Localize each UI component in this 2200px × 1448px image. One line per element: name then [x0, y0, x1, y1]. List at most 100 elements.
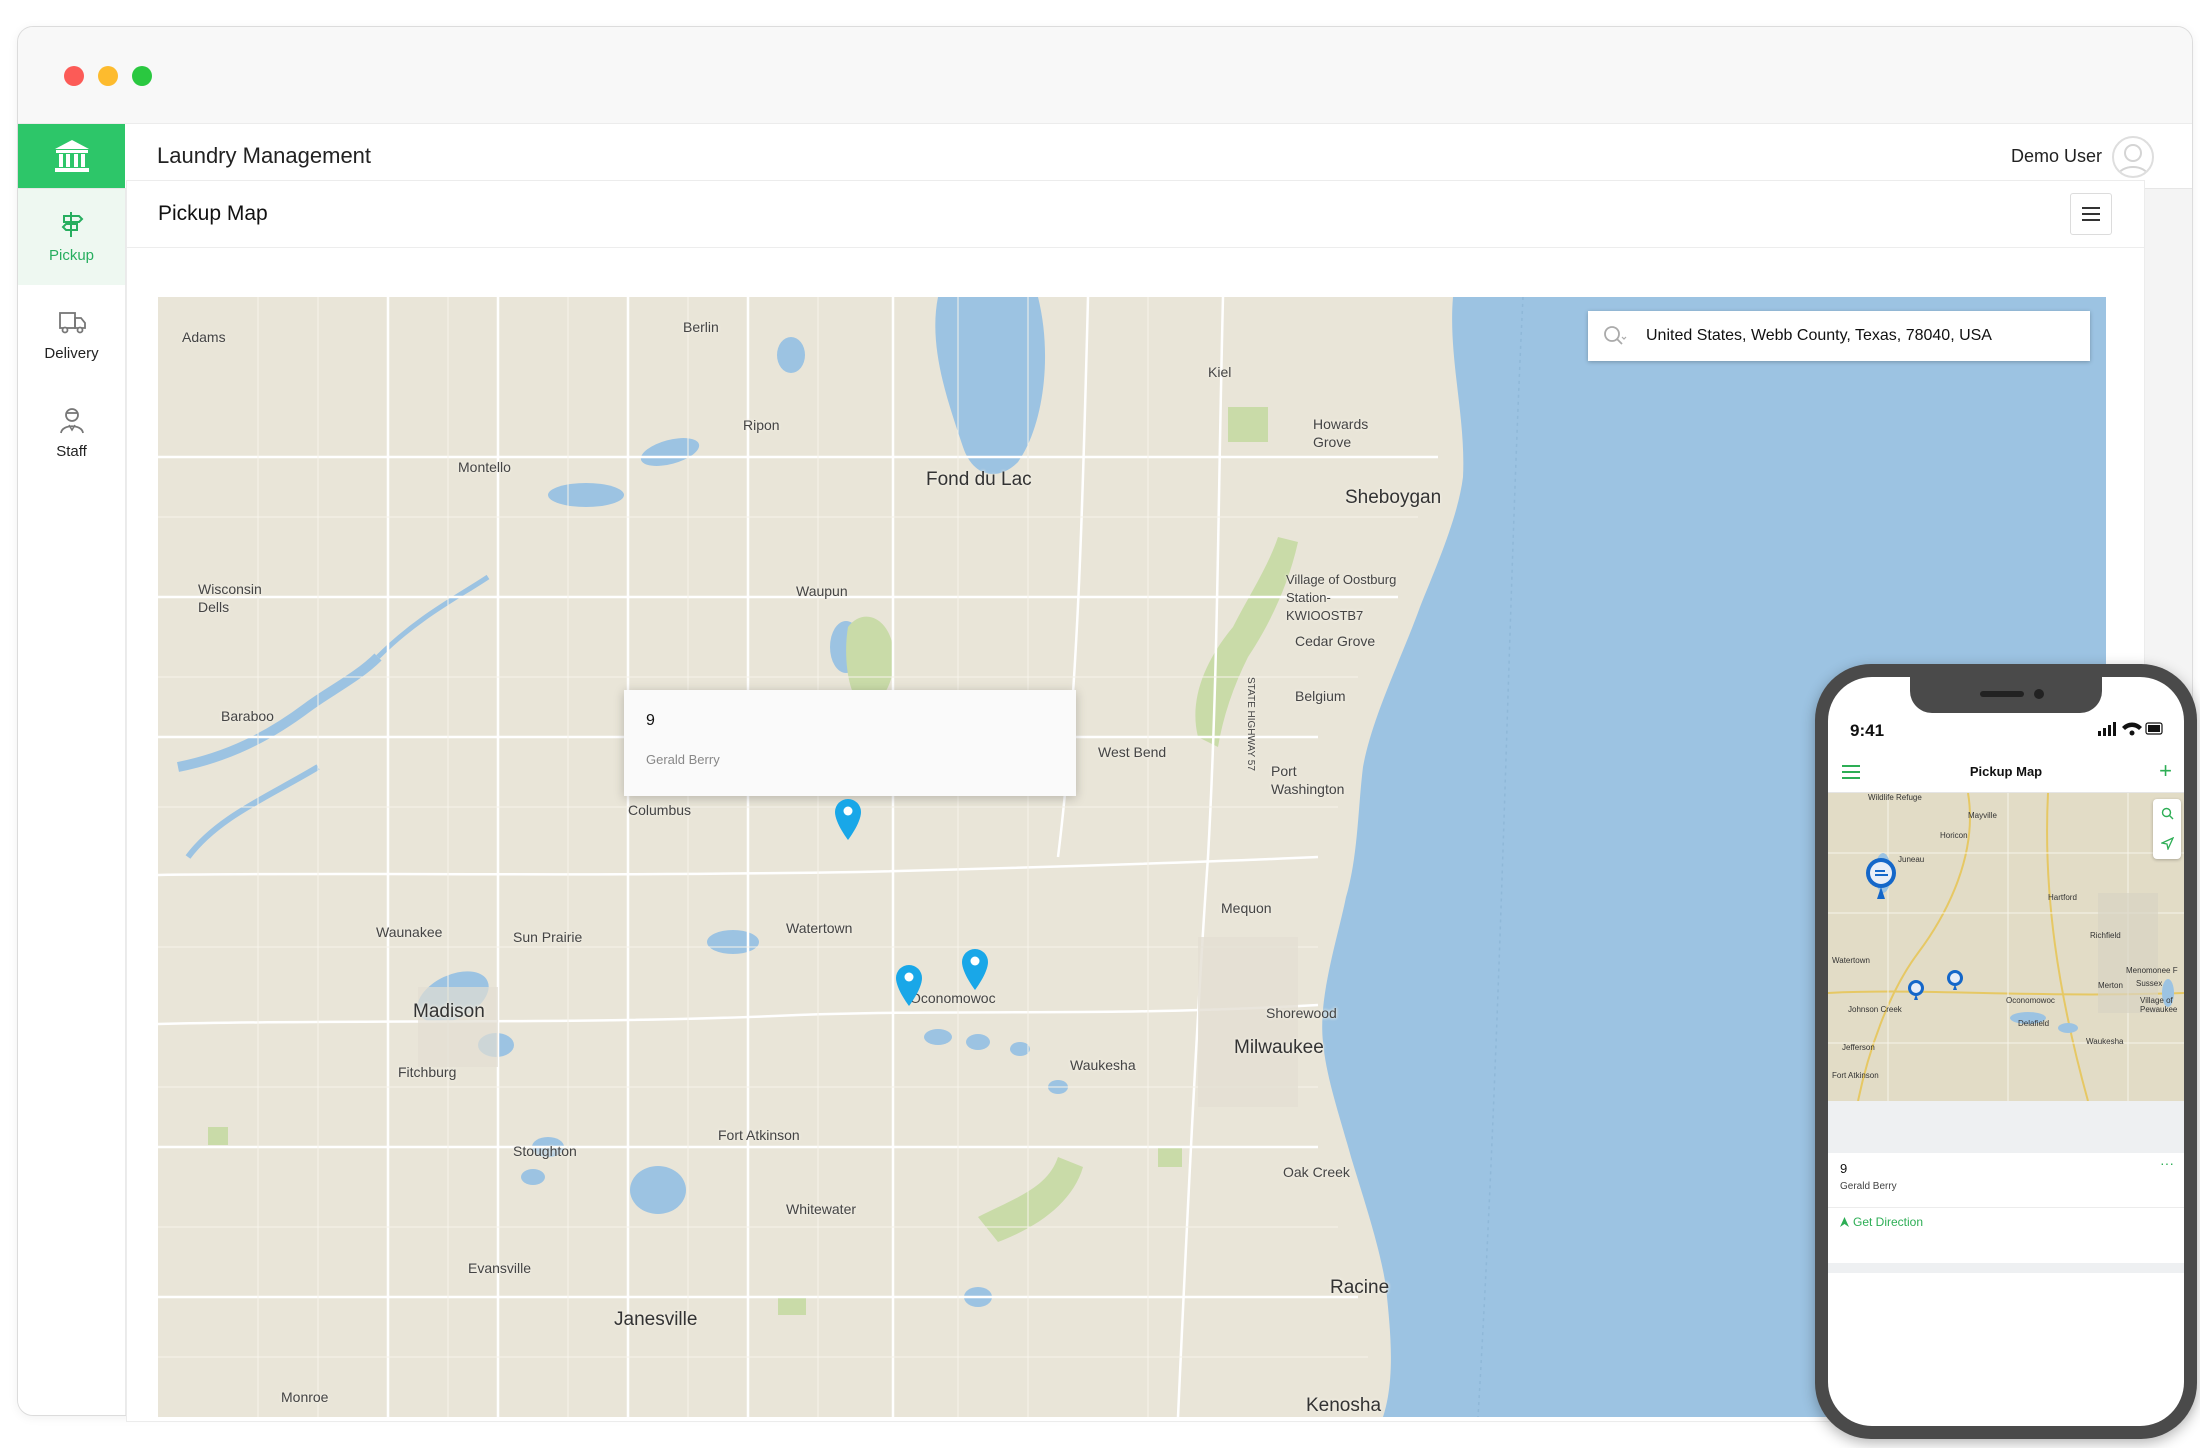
search-icon: [1604, 326, 1627, 345]
map-pin-icon[interactable]: [833, 797, 863, 841]
map-label: Janesville: [614, 1309, 698, 1330]
map-label: Waunakee: [376, 924, 443, 940]
card-number: 9: [1840, 1161, 1848, 1176]
sidebar-item-label: Delivery: [44, 345, 99, 362]
phone-screen: 9:41 Pickup Map + Wildlife Refuge Mayvil…: [1828, 677, 2184, 1426]
phone-map-label: Menomonee F: [2126, 966, 2178, 975]
phone-header: Pickup Map +: [1828, 752, 2184, 793]
search-icon[interactable]: [2161, 807, 2174, 820]
map-info-popup[interactable]: 9 Gerald Berry: [624, 690, 1076, 796]
map-label: Waupun: [796, 583, 848, 599]
phone-map-label: Wildlife Refuge: [1868, 793, 1922, 802]
sidebar-item-delivery[interactable]: Delivery: [18, 287, 125, 383]
map-label: Waukesha: [1070, 1057, 1136, 1073]
selected-pin-icon[interactable]: [1863, 857, 1899, 901]
map-label: Fitchburg: [398, 1064, 457, 1080]
map-label: Whitewater: [786, 1201, 857, 1217]
map-label: Columbus: [628, 802, 692, 818]
map-label: Milwaukee: [1234, 1037, 1324, 1058]
map-label: STATE HIGHWAY 57: [1245, 677, 1256, 771]
sidebar-item-label: Pickup: [48, 247, 95, 264]
panel-header: Pickup Map: [127, 181, 2144, 248]
map-label: West Bend: [1098, 744, 1167, 760]
map-label: Evansville: [468, 1260, 532, 1276]
map-pin-icon[interactable]: [894, 963, 924, 1007]
map-pin-icon[interactable]: [960, 947, 990, 991]
phone-map-label: Fort Atkinson: [1832, 1071, 1879, 1080]
map-pin-icon[interactable]: [1946, 970, 1964, 992]
phone-map-label: Pewaukee: [2140, 1005, 2178, 1014]
phone-map-label: Horicon: [1940, 831, 1968, 840]
map-label: Village of Oostburg Station-KWIOOSTB7: [1286, 572, 1397, 623]
card-name: Gerald Berry: [1840, 1181, 1897, 1192]
map-label: Racine: [1330, 1277, 1390, 1298]
more-options-button[interactable]: ···: [2160, 1155, 2174, 1171]
map-label: Fond du Lac: [926, 469, 1032, 490]
panel-menu-button[interactable]: [2070, 193, 2112, 235]
map-label: Adams: [182, 329, 226, 345]
map-label: Sun Prairie: [513, 929, 583, 945]
phone-map-label: Waukesha: [2086, 1037, 2124, 1046]
user-name[interactable]: Demo User: [2011, 124, 2102, 188]
phone-map-label: Oconomowoc: [2006, 996, 2055, 1005]
map-label: Fort Atkinson: [718, 1127, 800, 1143]
phone-gap: [1828, 1101, 2184, 1153]
sidebar: Pickup Delivery Staff: [18, 189, 126, 1415]
map-label: Oak Creek: [1283, 1164, 1350, 1180]
search-value: United States, Webb County, Texas, 78040…: [1646, 327, 1992, 344]
map-label: Kenosha: [1306, 1395, 1382, 1416]
phone-notch: [1910, 677, 2102, 713]
phone-pickup-card[interactable]: 9 Gerald Berry ··· Get Direction: [1828, 1153, 2184, 1263]
map-label: Montello: [458, 459, 511, 475]
map-label: Monroe: [281, 1389, 329, 1405]
map-label: Sheboygan: [1345, 487, 1442, 508]
phone-map-label: Delafield: [2018, 1019, 2050, 1028]
phone-map-label: Merton: [2098, 981, 2123, 990]
page-title: Pickup Map: [158, 202, 268, 225]
phone-title: Pickup Map: [1969, 764, 2043, 779]
get-direction-label: Get Direction: [1853, 1215, 1924, 1229]
bank-icon: [54, 140, 89, 172]
app-title: Laundry Management: [157, 143, 372, 168]
pickup-map[interactable]: Adams Berlin Kiel Ripon Howards Grove Mo…: [158, 297, 2106, 1417]
map-search-input[interactable]: United States, Webb County, Texas, 78040…: [1588, 311, 2090, 361]
card-divider: [1828, 1207, 2184, 1208]
close-window-button[interactable]: [64, 66, 84, 86]
map-label: Mequon: [1221, 900, 1272, 916]
phone-map-label: Hartford: [2048, 893, 2077, 902]
sidebar-item-staff[interactable]: Staff: [18, 385, 125, 481]
add-icon[interactable]: +: [2159, 760, 2172, 782]
phone-map-label: Sussex: [2136, 979, 2163, 988]
phone-mockup: 9:41 Pickup Map + Wildlife Refuge Mayvil…: [1815, 664, 2197, 1439]
map-label: Belgium: [1295, 688, 1346, 704]
map-label: Howards Grove: [1313, 416, 1369, 450]
user-icon: [2117, 144, 2149, 176]
minimize-window-button[interactable]: [98, 66, 118, 86]
map-pin-icon[interactable]: [1907, 980, 1925, 1002]
map-label: Port Washington: [1271, 763, 1345, 797]
map-label: Kiel: [1208, 364, 1232, 380]
map-label: Madison: [413, 1001, 485, 1022]
map-label: Ripon: [743, 417, 780, 433]
app-logo[interactable]: [18, 124, 125, 188]
get-direction-link[interactable]: Get Direction: [1840, 1215, 1923, 1229]
maximize-window-button[interactable]: [132, 66, 152, 86]
phone-map-label: Johnson Creek: [1848, 1005, 1902, 1014]
map-base: [158, 297, 2106, 1417]
sidebar-item-pickup[interactable]: Pickup: [18, 189, 125, 285]
user-avatar[interactable]: [2112, 136, 2154, 178]
staff-icon: [59, 408, 84, 434]
truck-icon: [58, 312, 86, 334]
map-label: Shorewood: [1266, 1005, 1337, 1021]
map-label: Berlin: [683, 319, 719, 335]
navigate-icon[interactable]: [2161, 837, 2174, 850]
phone-map[interactable]: Wildlife Refuge Mayville Horicon Juneau …: [1828, 793, 2184, 1101]
phone-map-label: Juneau: [1898, 855, 1925, 864]
hamburger-icon: [2082, 207, 2100, 221]
signpost-icon: [61, 212, 83, 237]
map-label: Baraboo: [221, 708, 274, 724]
phone-map-label: Village of: [2140, 996, 2173, 1005]
map-label: Stoughton: [513, 1143, 577, 1159]
map-label: Cedar Grove: [1295, 633, 1376, 649]
popup-number: 9: [646, 712, 655, 729]
